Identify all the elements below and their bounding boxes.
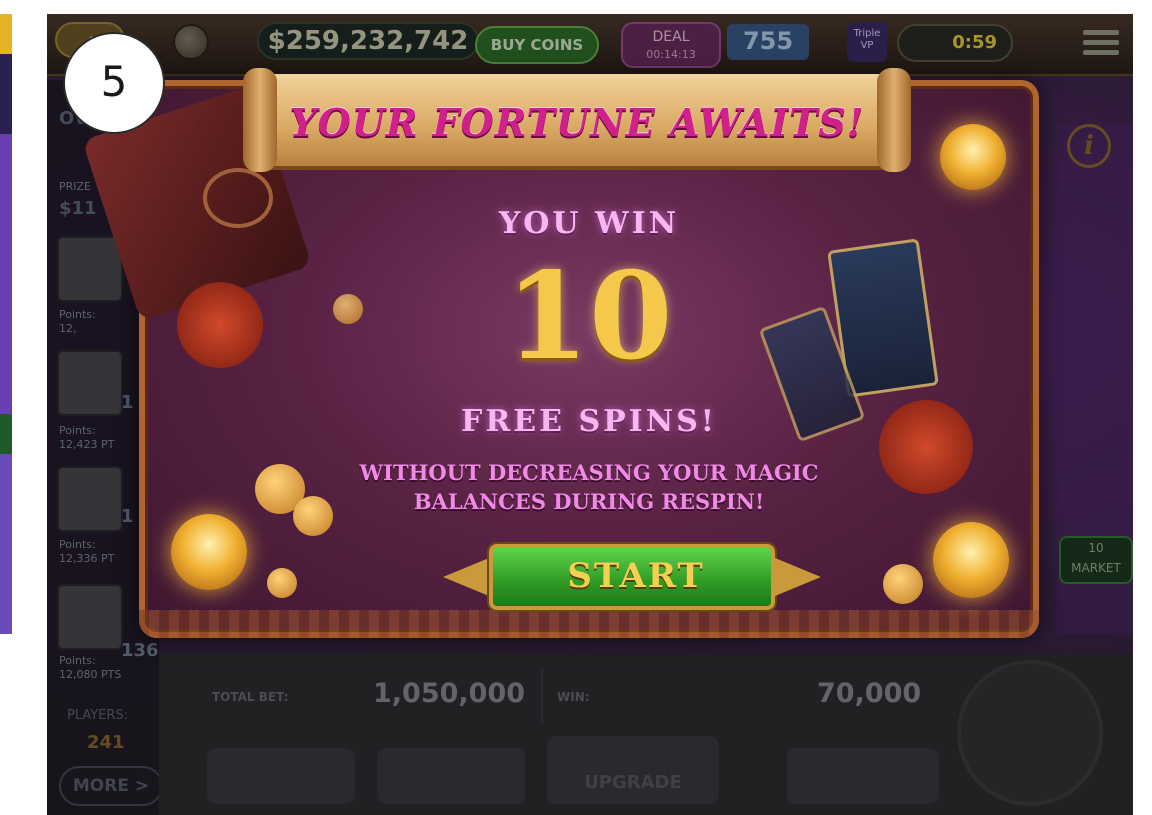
- free-spins-text: FREE SPINS!: [461, 404, 717, 439]
- arrow-right-ornament-icon: [775, 558, 821, 596]
- subtext-line-2: BALANCES DURING RESPIN!: [413, 489, 765, 514]
- step-number-badge: 5: [63, 32, 165, 134]
- subtext-line-1: WITHOUT DECREASING YOUR MAGIC: [359, 460, 819, 485]
- game-window: ‹ $259,232,742 BUY COINS DEAL 00:14:13 7…: [47, 14, 1133, 815]
- candle-decoration: [940, 124, 1006, 190]
- gold-coin-decoration: [267, 568, 297, 598]
- arrow-left-ornament-icon: [443, 558, 489, 596]
- you-win-text: YOU WIN: [498, 206, 680, 241]
- popup-ornament-border: [139, 610, 1039, 638]
- start-label: START: [567, 556, 705, 596]
- popup-title: YOUR FORTUNE AWAITS!: [289, 100, 865, 145]
- candle-decoration: [171, 514, 247, 590]
- screenshot-stage: ‹ $259,232,742 BUY COINS DEAL 00:14:13 7…: [0, 0, 1152, 815]
- candle-decoration: [933, 522, 1009, 598]
- previous-screenshot-edge: [0, 14, 12, 634]
- popup-subtext: WITHOUT DECREASING YOUR MAGIC BALANCES D…: [139, 458, 1039, 516]
- title-banner: YOUR FORTUNE AWAITS!: [243, 54, 911, 172]
- gold-coin-decoration: [883, 564, 923, 604]
- free-spins-count: 10: [505, 246, 673, 387]
- start-button[interactable]: START: [489, 544, 775, 610]
- start-button-group: START: [443, 544, 821, 610]
